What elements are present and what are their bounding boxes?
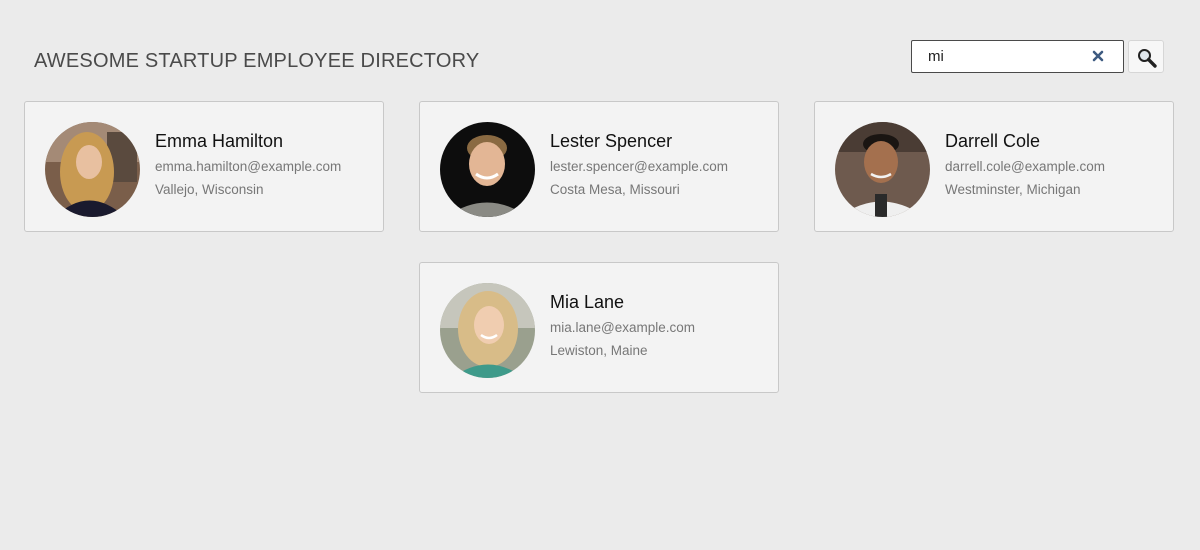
employee-card[interactable]: Mia Lane mia.lane@example.com Lewiston, … xyxy=(419,262,779,393)
employee-email: darrell.cole@example.com xyxy=(945,159,1106,174)
avatar xyxy=(440,122,535,217)
employee-info: Mia Lane mia.lane@example.com Lewiston, … xyxy=(550,291,770,365)
close-icon[interactable] xyxy=(1089,47,1107,65)
employee-name: Mia Lane xyxy=(550,292,625,312)
employee-location: Lewiston, Maine xyxy=(550,343,648,358)
employee-email: lester.spencer@example.com xyxy=(550,159,729,174)
search-button[interactable] xyxy=(1128,40,1164,73)
employee-email: emma.hamilton@example.com xyxy=(155,159,342,174)
employee-card[interactable]: Emma Hamilton emma.hamilton@example.com … xyxy=(24,101,384,232)
employee-card[interactable]: Lester Spencer lester.spencer@example.co… xyxy=(419,101,779,232)
avatar xyxy=(45,122,140,217)
search-form xyxy=(911,40,1164,73)
employee-card[interactable]: Darrell Cole darrell.cole@example.com We… xyxy=(814,101,1174,232)
employee-email: mia.lane@example.com xyxy=(550,320,696,335)
employee-name: Emma Hamilton xyxy=(155,131,284,151)
employee-location: Costa Mesa, Missouri xyxy=(550,182,680,197)
employee-info: Darrell Cole darrell.cole@example.com We… xyxy=(945,130,1165,204)
employee-name: Darrell Cole xyxy=(945,131,1041,151)
employee-info: Lester Spencer lester.spencer@example.co… xyxy=(550,130,770,204)
employee-location: Westminster, Michigan xyxy=(945,182,1081,197)
employee-name: Lester Spencer xyxy=(550,131,673,151)
avatar xyxy=(835,122,930,217)
employee-location: Vallejo, Wisconsin xyxy=(155,182,264,197)
page-title: AWESOME STARTUP EMPLOYEE DIRECTORY xyxy=(34,50,480,72)
avatar xyxy=(440,283,535,378)
employee-info: Emma Hamilton emma.hamilton@example.com … xyxy=(155,130,375,204)
